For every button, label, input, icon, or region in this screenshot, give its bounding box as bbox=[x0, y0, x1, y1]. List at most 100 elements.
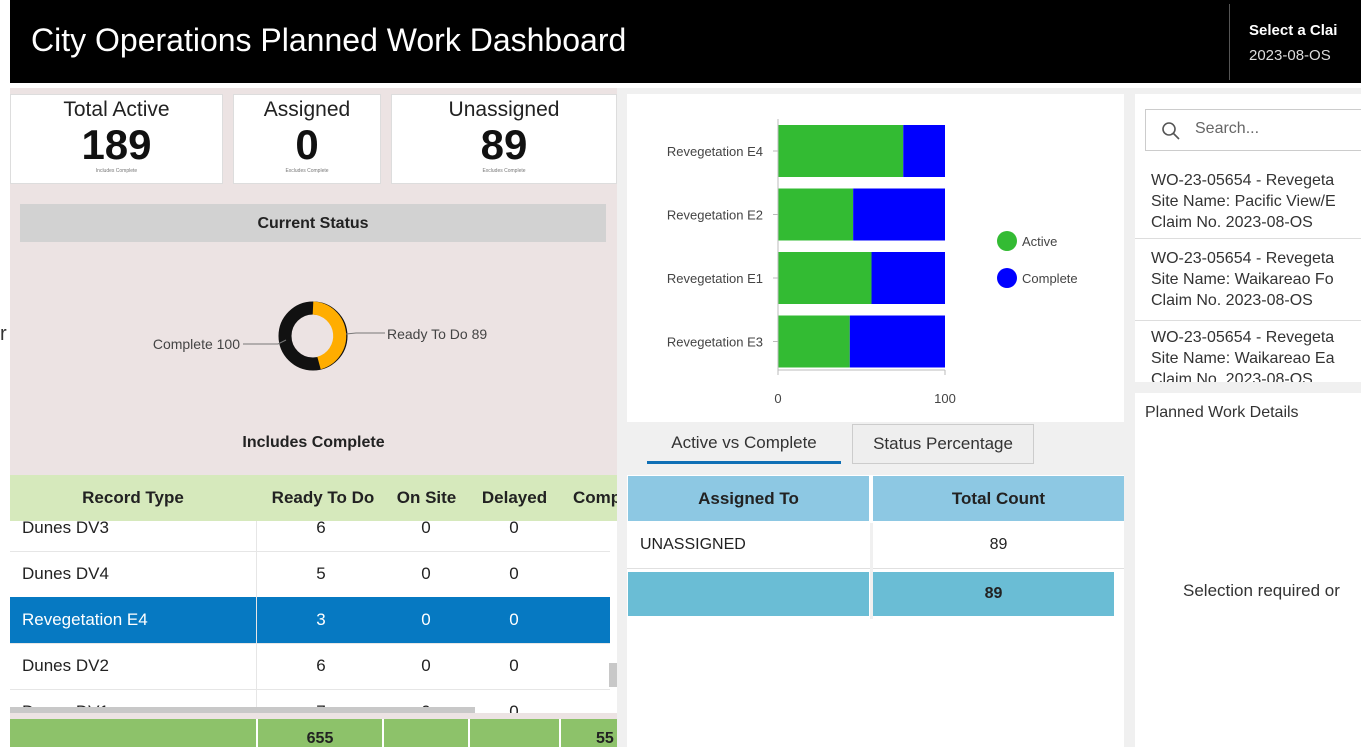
bar-complete[interactable] bbox=[853, 188, 945, 241]
indicator-label: Total Active bbox=[63, 98, 170, 121]
current-status-title: Current Status bbox=[20, 204, 606, 242]
table-row[interactable]: Dunes DV2 6 0 0 bbox=[10, 643, 610, 690]
column-header-ready[interactable]: Ready To Do bbox=[261, 475, 385, 521]
search-placeholder: Search... bbox=[1195, 120, 1260, 137]
donut-leader-line bbox=[345, 332, 385, 335]
cell-record-type: Revegetation E4 bbox=[22, 610, 148, 629]
tab-status-percentage[interactable]: Status Percentage bbox=[852, 424, 1034, 464]
list-divider bbox=[1135, 238, 1361, 239]
indicator-label: Assigned bbox=[263, 98, 351, 121]
list-item[interactable]: WO-23-05654 - Revegeta Site Name: Waikar… bbox=[1151, 327, 1334, 382]
list-item[interactable]: WO-23-05654 - Revegeta Site Name: Pacifi… bbox=[1151, 170, 1336, 233]
list-divider bbox=[1135, 320, 1361, 321]
column-divider bbox=[468, 719, 470, 747]
details-message: Selection required or bbox=[1183, 581, 1340, 600]
category-label: Revegetation E4 bbox=[667, 144, 763, 159]
search-icon bbox=[1162, 122, 1180, 140]
footer-complete-total: 55 bbox=[596, 730, 614, 747]
donut-label-ready: Ready To Do 89 bbox=[387, 326, 487, 342]
record-table-header: Record Type Ready To Do On Site Delayed … bbox=[10, 475, 621, 521]
indicator-value: 0 bbox=[295, 121, 319, 168]
bar-active[interactable] bbox=[778, 315, 850, 368]
dashboard-title: City Operations Planned Work Dashboard bbox=[31, 22, 627, 58]
cell-assigned-to: UNASSIGNED bbox=[640, 536, 746, 553]
indicator-label: Unassigned bbox=[448, 98, 560, 121]
column-header-delayed[interactable]: Delayed bbox=[472, 475, 557, 521]
legend-label: Complete bbox=[1022, 271, 1078, 286]
cell-onsite: 0 bbox=[421, 564, 431, 583]
horizontal-scrollbar[interactable] bbox=[10, 707, 475, 713]
table-row[interactable]: UNASSIGNED 89 bbox=[627, 523, 1124, 569]
bar-complete[interactable] bbox=[849, 315, 945, 368]
cell-delayed: 0 bbox=[509, 521, 519, 537]
indicator-subtitle: Includes Complete bbox=[95, 168, 138, 174]
column-header-onsite[interactable]: On Site bbox=[385, 475, 468, 521]
cell-delayed: 0 bbox=[509, 656, 519, 675]
header-divider bbox=[1229, 4, 1230, 80]
donut-ready-slice[interactable] bbox=[312, 301, 347, 370]
assigned-indicator: Assigned 0 Excludes Complete bbox=[233, 94, 381, 184]
work-order-title: WO-23-05654 - Revegeta bbox=[1151, 329, 1335, 346]
footer-ready-total: 655 bbox=[306, 730, 334, 747]
cell-total-count: 89 bbox=[989, 536, 1008, 553]
work-order-claim: Claim No. 2023-08-OS bbox=[1151, 292, 1313, 309]
planned-work-details-panel: Planned Work Details Selection required … bbox=[1135, 393, 1361, 747]
indicator-value: 189 bbox=[81, 121, 152, 168]
column-header-assigned-to[interactable]: Assigned To bbox=[628, 476, 869, 521]
cell-onsite: 0 bbox=[421, 610, 431, 629]
column-header-total-count[interactable]: Total Count bbox=[873, 476, 1124, 521]
column-header-record-type[interactable]: Record Type bbox=[10, 475, 256, 521]
table-row-selected[interactable]: Revegetation E4 3 0 0 bbox=[10, 597, 610, 644]
vertical-scrollbar[interactable] bbox=[609, 663, 617, 687]
total-active-indicator: Total Active 189 Includes Complete bbox=[10, 94, 223, 184]
cell-onsite: 0 bbox=[421, 521, 431, 537]
work-order-site: Site Name: Pacific View/E bbox=[1151, 193, 1336, 210]
work-order-claim: Claim No. 2023-08-OS bbox=[1151, 214, 1313, 231]
record-table-body[interactable]: Dunes DV3 6 0 0 Dunes DV4 5 0 0 Revegeta… bbox=[10, 521, 617, 713]
cell-delayed: 0 bbox=[509, 702, 519, 713]
chart-panel: Revegetation E4 Revegetation E2 Revegetati… bbox=[627, 94, 1124, 422]
legend-swatch-active[interactable] bbox=[997, 231, 1017, 251]
cell-ready: 3 bbox=[316, 610, 326, 629]
status-footer: Includes Complete bbox=[242, 434, 385, 451]
indicator-subtitle: Excludes Complete bbox=[285, 168, 329, 174]
total-count-cell: 89 bbox=[873, 572, 1114, 616]
tab-active-vs-complete[interactable]: Active vs Complete bbox=[647, 424, 841, 464]
bar-complete[interactable] bbox=[871, 252, 945, 304]
cell-record-type: Dunes DV2 bbox=[22, 656, 109, 675]
bar-active[interactable] bbox=[778, 188, 854, 241]
bar-active[interactable] bbox=[778, 252, 872, 304]
work-order-claim: Claim No. 2023-08-OS bbox=[1151, 371, 1313, 382]
category-label: Revegetation E3 bbox=[667, 335, 763, 350]
assigned-table: Assigned To Total Count UNASSIGNED 89 89 bbox=[627, 475, 1124, 747]
claim-selector-value[interactable]: 2023-08-OS bbox=[1249, 47, 1331, 64]
column-divider bbox=[256, 521, 257, 713]
claim-selector-label[interactable]: Select a Clai bbox=[1249, 22, 1337, 39]
work-order-title: WO-23-05654 - Revegeta bbox=[1151, 172, 1335, 189]
column-divider bbox=[559, 719, 561, 747]
cell-delayed: 0 bbox=[509, 610, 519, 629]
bar-complete[interactable] bbox=[903, 125, 945, 177]
legend-swatch-complete[interactable] bbox=[997, 268, 1017, 288]
record-table-footer: 655 55 bbox=[10, 719, 617, 747]
search-input[interactable]: Search... bbox=[1145, 109, 1361, 151]
list-item[interactable]: WO-23-05654 - Revegeta Site Name: Waikar… bbox=[1151, 248, 1334, 311]
category-label: Revegetation E2 bbox=[667, 208, 763, 223]
table-row[interactable]: Dunes DV3 6 0 0 bbox=[10, 521, 610, 552]
cell-ready: 5 bbox=[316, 564, 326, 583]
bar-active[interactable] bbox=[778, 125, 904, 177]
cell-record-type: Dunes DV3 bbox=[22, 521, 109, 537]
unassigned-indicator: Unassigned 89 Excludes Complete bbox=[391, 94, 617, 184]
cell-ready: 6 bbox=[316, 656, 326, 675]
total-row-cell bbox=[628, 572, 869, 616]
cell-delayed: 0 bbox=[509, 564, 519, 583]
cell-record-type: Dunes DV4 bbox=[22, 564, 109, 583]
x-tick-label: 100 bbox=[934, 391, 956, 406]
cell-onsite: 0 bbox=[421, 656, 431, 675]
column-divider bbox=[382, 719, 384, 747]
indicator-value: 89 bbox=[480, 121, 528, 168]
x-tick-label: 0 bbox=[774, 391, 781, 406]
table-row[interactable]: Dunes DV4 5 0 0 bbox=[10, 551, 610, 598]
work-order-site: Site Name: Waikareao Ea bbox=[1151, 350, 1335, 367]
work-order-site: Site Name: Waikareao Fo bbox=[1151, 271, 1334, 288]
